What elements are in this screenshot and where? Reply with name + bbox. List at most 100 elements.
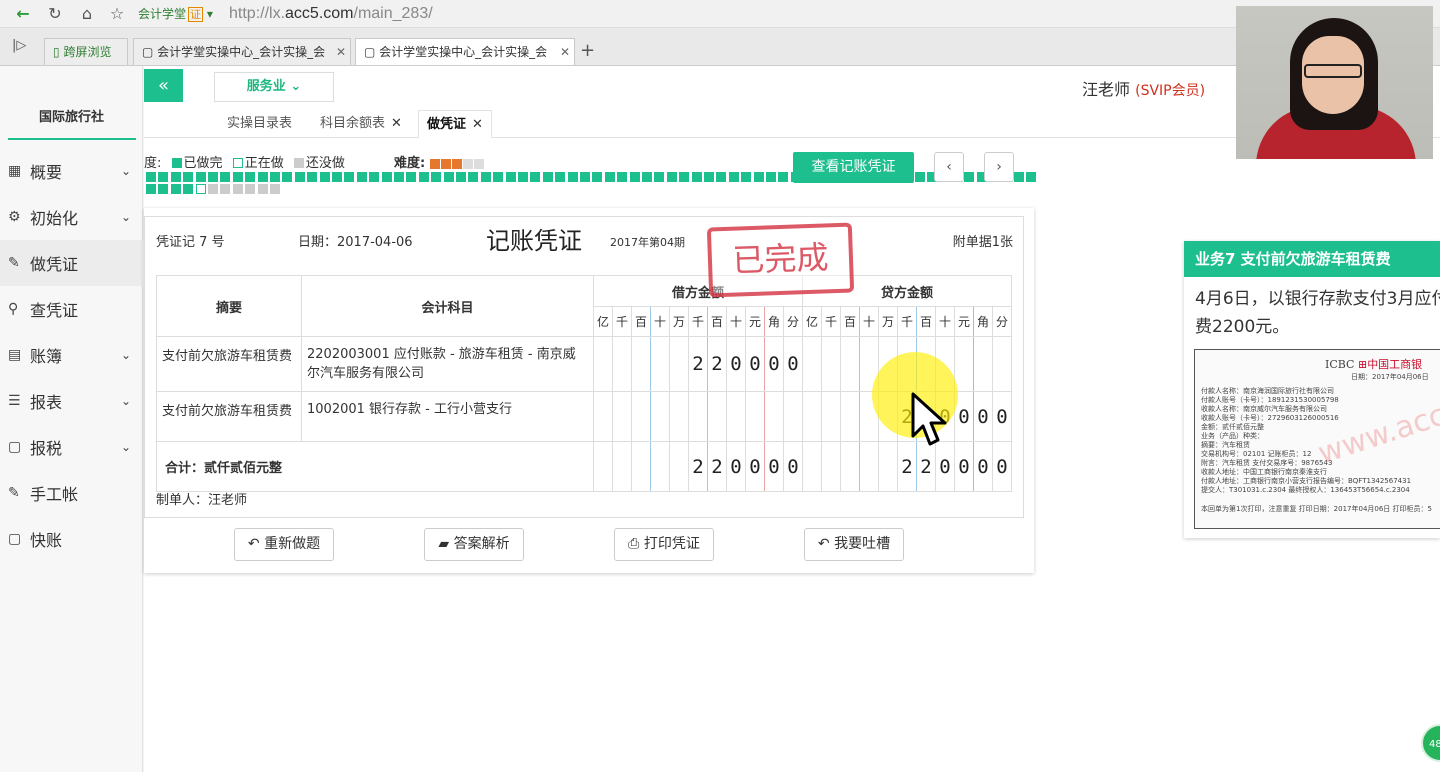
summary-cell[interactable]: 支付前欠旅游车租赁费 [156,391,302,442]
account-cell[interactable]: 2202003001 应付账款 - 旅游车租赁 - 南京威尔汽车服务有限公司 [301,336,594,392]
total-credit-digit-cell[interactable] [878,441,898,492]
progress-cell[interactable] [431,172,442,182]
redo-button[interactable]: ↶ 重新做题 [234,528,334,561]
progress-cell[interactable] [480,172,491,182]
debit-digit-cell[interactable]: 0 [764,336,784,392]
progress-cell[interactable] [381,172,392,182]
debit-digit-cell[interactable] [707,391,727,442]
close-icon[interactable]: ✕ [336,39,346,65]
progress-cell[interactable] [232,184,243,194]
progress-cell[interactable] [741,172,752,182]
progress-cell[interactable] [294,172,305,182]
debit-digit-cell[interactable] [764,391,784,442]
progress-cell[interactable] [158,184,169,194]
total-credit-digit-cell[interactable]: 2 [916,441,936,492]
debit-digit-cell[interactable]: 2 [688,336,708,392]
progress-cell[interactable] [679,172,690,182]
star-icon[interactable]: ☆ [106,3,128,25]
progress-cell[interactable] [518,172,528,182]
progress-cell[interactable] [704,172,714,182]
next-task-button[interactable]: › [984,152,1014,182]
progress-cell[interactable] [232,172,243,182]
browser-tab-active[interactable]: ▢ 会计学堂实操中心_会计实操_会 ✕ [355,38,575,65]
progress-cell[interactable] [604,172,615,182]
total-debit-digit-cell[interactable] [612,441,632,492]
tab-account-balance[interactable]: 科目余额表 ✕ [320,110,402,138]
total-credit-digit-cell[interactable]: 0 [992,441,1012,492]
sidebar-item-7[interactable]: ✎ 手工帐 [0,470,143,516]
tab-make-voucher[interactable]: 做凭证 ✕ [418,110,492,138]
progress-cell[interactable] [654,172,665,182]
feedback-button[interactable]: ↶ 我要吐槽 [804,528,904,561]
progress-cell[interactable] [170,172,181,182]
total-debit-digit-cell[interactable] [631,441,651,492]
reload-icon[interactable]: ↻ [44,3,66,25]
total-debit-digit-cell[interactable]: 2 [688,441,708,492]
close-icon[interactable]: ✕ [472,117,483,132]
sidebar-item-4[interactable]: ▤ 账簿 ⌄ [0,332,143,378]
answer-analysis-button[interactable]: ▰ 答案解析 [424,528,524,561]
credit-digit-cell[interactable] [992,336,1012,392]
bank-receipt-image[interactable]: ICBC ⊞中国工商银 日期：2017年04月06日 付款人名称：南京海润国际旅… [1194,349,1440,529]
progress-cell[interactable] [728,172,739,182]
debit-digit-cell[interactable] [631,336,651,392]
industry-select[interactable]: 服务业 ⌄ [214,72,334,102]
debit-digit-cell[interactable] [669,391,689,442]
progress-cell[interactable] [753,172,764,182]
sidebar-toggle-icon[interactable]: |▷ [12,38,26,53]
sidebar-item-3[interactable]: ⚲ 查凭证 [0,286,143,332]
progress-cell[interactable] [666,172,677,182]
progress-cell[interactable] [592,172,603,182]
progress-cell[interactable] [332,172,342,182]
user-info[interactable]: 汪老师 (SVIP会员) [1082,76,1205,100]
debit-digit-cell[interactable] [688,391,708,442]
progress-cell[interactable] [629,172,640,182]
progress-cell[interactable] [443,172,454,182]
browser-tab-cross-screen[interactable]: ▯ 跨屏浏览 [44,38,128,65]
progress-cell[interactable] [158,172,169,182]
progress-cell[interactable] [146,172,156,182]
progress-cell[interactable] [617,172,628,182]
progress-cell[interactable] [245,172,256,182]
credit-digit-cell[interactable] [802,391,822,442]
print-voucher-button[interactable]: ⎙ 打印凭证 [614,528,714,561]
account-cell[interactable]: 1002001 银行存款 - 工行小营支行 [301,391,594,442]
progress-cell[interactable] [319,172,330,182]
home-icon[interactable]: ⌂ [76,3,98,25]
debit-digit-cell[interactable]: 2 [707,336,727,392]
progress-cell[interactable] [468,172,479,182]
progress-cell[interactable] [282,172,293,182]
credit-digit-cell[interactable] [973,336,993,392]
credit-digit-cell[interactable] [802,336,822,392]
total-debit-digit-cell[interactable]: 0 [764,441,784,492]
progress-cell[interactable] [307,172,318,182]
sidebar-item-5[interactable]: ☰ 报表 ⌄ [0,378,143,424]
progress-cell[interactable] [270,184,280,194]
total-credit-digit-cell[interactable] [802,441,822,492]
credit-digit-cell[interactable] [840,336,860,392]
total-credit-digit-cell[interactable]: 0 [973,441,993,492]
prev-task-button[interactable]: ‹ [934,152,964,182]
progress-cell[interactable] [257,172,268,182]
total-credit-digit-cell[interactable] [840,441,860,492]
progress-cell[interactable] [394,172,404,182]
credit-digit-cell[interactable] [840,391,860,442]
progress-cell[interactable] [270,172,280,182]
debit-digit-cell[interactable] [612,336,632,392]
new-tab-icon[interactable]: + [580,40,595,61]
sidebar-item-2[interactable]: ✎ 做凭证 [0,240,143,286]
progress-cell[interactable] [406,172,417,182]
debit-digit-cell[interactable] [650,336,670,392]
collapse-sidebar-button[interactable]: « [144,69,183,102]
progress-cell[interactable] [344,172,355,182]
progress-cell[interactable] [369,172,380,182]
progress-cell[interactable] [1026,172,1037,182]
progress-cell[interactable] [716,172,727,182]
close-icon[interactable]: ✕ [391,116,402,131]
progress-cell[interactable] [195,184,206,194]
view-voucher-button[interactable]: 查看记账凭证 [793,152,914,183]
progress-cell[interactable] [183,172,194,182]
credit-digit-cell[interactable] [954,336,974,392]
browser-tab[interactable]: ▢ 会计学堂实操中心_会计实操_会 ✕ [133,38,351,65]
total-credit-digit-cell[interactable] [859,441,879,492]
